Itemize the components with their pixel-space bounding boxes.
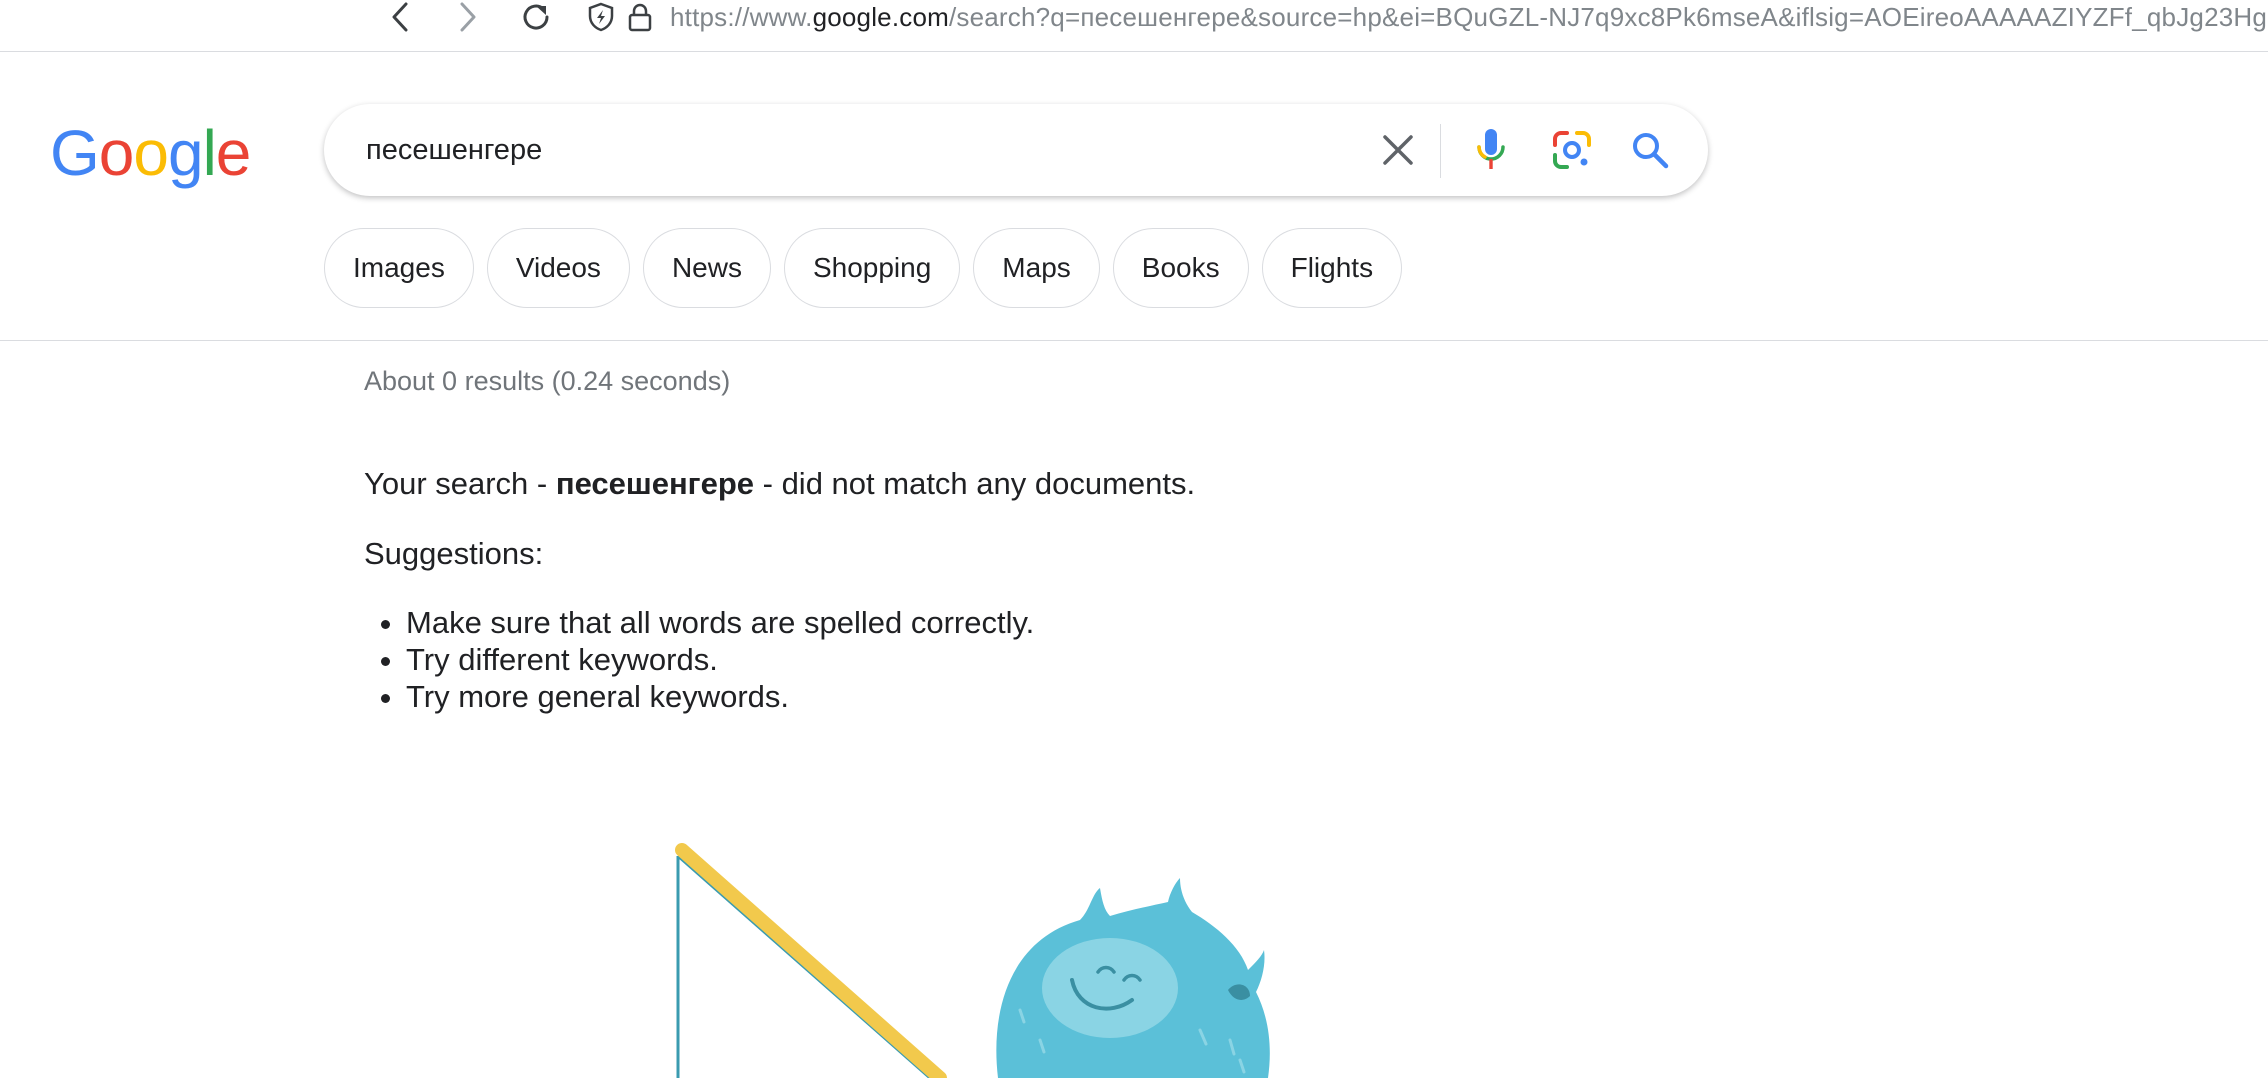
address-bar[interactable]: https://www.google.com/search?q=песешенг… [670, 0, 2267, 34]
header-divider [0, 340, 2268, 341]
logo-letter: g [167, 117, 204, 189]
clear-button[interactable] [1374, 126, 1422, 174]
no-match-prefix: Your search - [364, 466, 556, 501]
chip-shopping[interactable]: Shopping [783, 228, 961, 308]
logo-letter: e [215, 117, 252, 189]
no-match-query: песешенгере [555, 466, 755, 501]
chip-maps[interactable]: Maps [973, 228, 1100, 308]
back-button[interactable] [380, 0, 420, 34]
microphone-icon [1477, 129, 1505, 169]
search-input[interactable]: песешенгере [366, 104, 542, 196]
search-filter-chips: Images Videos News Shopping Maps Books F… [324, 228, 1403, 308]
url-domain: google.com [812, 2, 949, 32]
camera-lens-icon [1553, 131, 1591, 169]
reload-button[interactable] [516, 0, 556, 34]
search-divider [1440, 124, 1441, 178]
logo-letter: o [133, 117, 169, 189]
logo-letter: o [98, 117, 135, 189]
browser-toolbar: https://www.google.com/search?q=песешенг… [0, 0, 2268, 52]
logo-letter: G [50, 117, 100, 189]
chip-images[interactable]: Images [324, 228, 474, 308]
voice-search-button[interactable] [1466, 124, 1516, 176]
search-button[interactable] [1624, 124, 1676, 176]
no-match-suffix: - did not match any documents. [754, 466, 1196, 501]
lock-icon[interactable] [626, 2, 654, 37]
chip-videos[interactable]: Videos [486, 228, 630, 308]
logo-letter: l [202, 117, 217, 189]
search-icon [1633, 133, 1669, 169]
chevron-right-icon [460, 2, 476, 32]
no-match-message: Your search - песешенгере - did not matc… [364, 466, 1195, 502]
lens-search-button[interactable] [1546, 124, 1598, 176]
url-prefix: https://www. [670, 2, 813, 32]
search-box[interactable]: песешенгере [324, 104, 1708, 196]
creature-icon [996, 878, 1270, 1078]
chip-news[interactable]: News [642, 228, 771, 308]
chip-books[interactable]: Books [1112, 228, 1249, 308]
chevron-left-icon [392, 2, 408, 32]
shield-icon[interactable] [586, 2, 616, 37]
suggestion-item: Make sure that all words are spelled cor… [406, 604, 1034, 641]
suggestions-title: Suggestions: [364, 536, 544, 571]
chip-flights[interactable]: Flights [1261, 228, 1403, 308]
result-stats: About 0 results (0.24 seconds) [364, 366, 731, 396]
suggestion-item: Try different keywords. [406, 641, 1034, 678]
forward-button[interactable] [448, 0, 488, 34]
google-logo[interactable]: Google [50, 117, 252, 189]
close-icon [1383, 135, 1413, 165]
url-path: /search?q=песешенгере&source=hp&ei=BQuGZ… [948, 2, 2268, 32]
no-results-illustration [675, 843, 1270, 1078]
suggestions-list: Make sure that all words are spelled cor… [364, 604, 1034, 715]
reload-icon [523, 4, 549, 30]
fishing-rod [675, 843, 947, 1078]
suggestion-item: Try more general keywords. [406, 678, 1034, 715]
